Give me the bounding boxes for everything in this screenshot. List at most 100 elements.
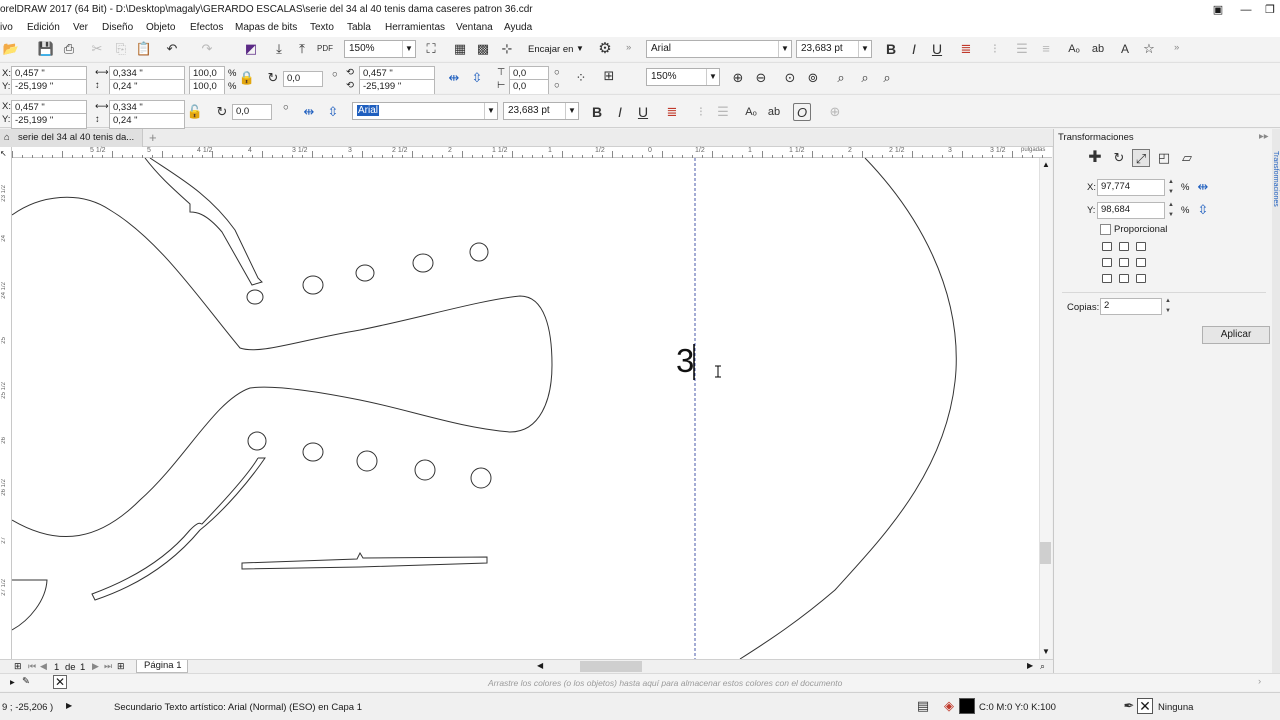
mirror-horizontal-icon[interactable]: ⇹ — [445, 69, 463, 87]
current-page[interactable]: 1 — [54, 662, 59, 673]
scroll-right-icon[interactable]: ▶ — [1027, 661, 1033, 670]
font-list-select[interactable]: Arial ▼ — [646, 40, 792, 58]
mirror-vertical-icon[interactable]: ⇳ — [1194, 201, 1212, 219]
zoom-in-icon[interactable]: ⊕ — [729, 69, 747, 87]
docker-side-tab[interactable]: Transformaciones — [1272, 129, 1280, 673]
text-align-icon[interactable]: ≣ — [663, 103, 681, 121]
bold-icon[interactable]: B — [588, 103, 606, 121]
full-screen-icon[interactable]: ⛶ — [422, 40, 440, 58]
y-position-field[interactable]: -25,199 " — [11, 79, 87, 95]
size-transform-icon[interactable]: ◰ — [1155, 149, 1173, 167]
mirror-horizontal-icon[interactable]: ⇹ — [300, 103, 318, 121]
scale-mirror-transform-icon[interactable]: ⤢ — [1132, 149, 1150, 167]
zoom-selected-icon[interactable]: ⊙ — [781, 69, 799, 87]
font-size-select[interactable]: 23,683 pt ▼ — [796, 40, 872, 58]
show-guides-icon[interactable]: ⊹ — [498, 40, 516, 58]
zoom-level-select[interactable]: 150% ▼ — [344, 40, 416, 58]
redo-icon[interactable]: ↷ — [198, 40, 216, 58]
palette-arrow-icon[interactable]: ▸ — [10, 677, 15, 688]
page-tab[interactable]: Página 1 — [136, 660, 188, 673]
zoom-navigator-icon[interactable]: ⌕ — [1040, 661, 1045, 672]
export-icon[interactable]: ⤒ — [293, 40, 311, 58]
edit-text-icon[interactable]: ab — [765, 103, 783, 121]
snap-chevron-icon[interactable]: ▼ — [576, 44, 584, 53]
scale-y-field[interactable]: 100,0 — [189, 79, 225, 95]
bullet-list-icon[interactable]: ⁝ — [986, 40, 1004, 58]
last-page-icon[interactable]: ⏭ — [104, 661, 112, 672]
anchor-top-center[interactable] — [1119, 242, 1129, 251]
search-content-icon[interactable]: ◩ — [242, 40, 260, 58]
menu-tabla[interactable]: Tabla — [347, 22, 371, 33]
lock-ratio-icon[interactable]: 🔒 — [238, 69, 256, 87]
docker-y-field[interactable]: 98,684 — [1097, 202, 1165, 219]
show-rulers-icon[interactable]: ▦ — [451, 40, 469, 58]
outline-pen-icon[interactable]: ✒ — [1120, 697, 1138, 715]
spinner-arrows-icon[interactable]: ▲ ▼ — [1166, 200, 1176, 220]
menu-herramientas[interactable]: Herramientas — [385, 22, 445, 33]
anchor-middle-left[interactable] — [1102, 258, 1112, 267]
vertical-scrollbar[interactable]: ▲ ▼ — [1039, 158, 1052, 659]
anchor-center[interactable] — [1119, 258, 1129, 267]
artistic-text[interactable]: 3 — [676, 342, 694, 380]
document-palette[interactable]: ▸ ✎ ✕ Arrastre los colores (o los objeto… — [0, 673, 1280, 691]
menu-edicion[interactable]: Edición — [27, 22, 60, 33]
zoom-page-icon[interactable]: ⌕ — [832, 69, 850, 87]
anchor-bottom-left[interactable] — [1102, 274, 1112, 283]
underline-icon[interactable]: U — [634, 103, 652, 121]
paste-icon[interactable]: 📋 — [135, 40, 153, 58]
node-transform-icon[interactable]: ⊞ — [600, 67, 618, 85]
proportional-checkbox[interactable] — [1100, 224, 1111, 235]
anchor-bottom-right[interactable] — [1136, 274, 1146, 283]
vertical-scroll-thumb[interactable] — [1040, 542, 1051, 564]
show-grid-icon[interactable]: ▩ — [474, 40, 492, 58]
overflow-chevron-icon[interactable]: » — [626, 42, 631, 53]
bullet-list-icon[interactable]: ⁝ — [692, 103, 710, 121]
import-icon[interactable]: ⤓ — [270, 40, 288, 58]
next-page-icon[interactable]: ▶ — [92, 661, 99, 672]
eyedropper-icon[interactable]: ✎ — [22, 676, 30, 687]
print-icon[interactable]: ⎙ — [60, 40, 78, 58]
menu-archivo[interactable]: ivo — [0, 22, 13, 33]
drop-cap-icon[interactable]: ☰ — [1013, 40, 1031, 58]
relative-transform-icon[interactable]: ⁘ — [572, 69, 590, 87]
text-font-select[interactable]: Arial ▼ — [352, 102, 498, 120]
menu-texto[interactable]: Texto — [310, 22, 334, 33]
menu-ver[interactable]: Ver — [73, 22, 88, 33]
add-page-after-icon[interactable]: ⊞ — [117, 661, 125, 672]
rotate-transform-icon[interactable]: ↻ — [1110, 149, 1128, 167]
copies-field[interactable]: 2 — [1100, 298, 1162, 315]
zoom-width-icon[interactable]: ⌕ — [856, 69, 874, 87]
menu-mapas-de-bits[interactable]: Mapas de bits — [235, 22, 297, 33]
app-icon[interactable]: ▣ — [1204, 0, 1232, 20]
italic-icon[interactable]: I — [611, 103, 629, 121]
open-icon[interactable]: 📂 — [2, 40, 20, 58]
mirror-vertical-icon[interactable]: ⇳ — [468, 69, 486, 87]
expand-arrow-icon[interactable]: ▶ — [66, 701, 72, 710]
favorite-star-icon[interactable]: ☆ — [1140, 40, 1158, 58]
rotation-angle-field[interactable]: 0,0 — [283, 71, 323, 87]
rotate-icon[interactable]: ↻ — [213, 103, 231, 121]
previous-page-icon[interactable]: ◀ — [40, 661, 47, 672]
docker-x-field[interactable]: 97,774 — [1097, 179, 1165, 196]
horizontal-ruler[interactable]: 5 1/2 5 4 1/2 4 3 1/2 3 2 1/2 2 1 1/2 1 … — [12, 147, 1052, 158]
text-properties-icon[interactable]: Aₒ — [1065, 40, 1083, 58]
position-transform-icon[interactable]: ✚ — [1086, 149, 1104, 167]
height-field[interactable]: 0,24 " — [109, 79, 185, 95]
outline-color-swatch[interactable]: ✕ — [1137, 698, 1153, 714]
text-font-size-select[interactable]: 23,683 pt ▼ — [503, 102, 579, 120]
save-icon[interactable]: 💾 — [37, 40, 55, 58]
menu-objeto[interactable]: Objeto — [146, 22, 175, 33]
skew-transform-icon[interactable]: ▱ — [1178, 149, 1196, 167]
copy-icon[interactable]: ⎘ — [112, 40, 130, 58]
horizontal-scroll-thumb[interactable] — [580, 661, 642, 672]
no-color-swatch[interactable]: ✕ — [53, 675, 67, 689]
rotate-icon[interactable]: ↻ — [264, 69, 282, 87]
cut-icon[interactable]: ✂ — [88, 40, 106, 58]
scroll-up-icon[interactable]: ▲ — [1042, 160, 1050, 169]
underline-icon[interactable]: U — [928, 40, 946, 58]
menu-diseno[interactable]: Diseño — [102, 22, 133, 33]
scroll-left-icon[interactable]: ◀ — [537, 661, 543, 670]
center-y-field[interactable]: -25,199 " — [359, 79, 435, 95]
columns-icon[interactable]: ≡ — [1037, 40, 1055, 58]
text-rotation-field[interactable]: 0,0 — [232, 104, 272, 120]
